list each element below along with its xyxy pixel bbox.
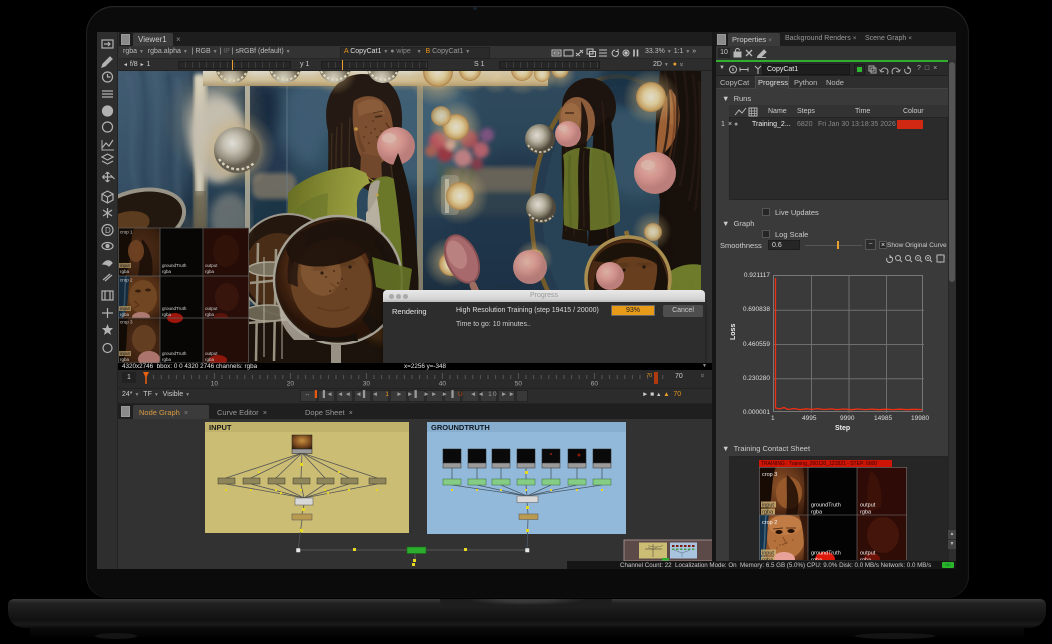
svg-text:40: 40: [439, 381, 447, 387]
svg-text:GROUNDTRUTH: GROUNDTRUTH: [431, 423, 490, 432]
svg-text:rgba: rgba: [811, 510, 823, 516]
svg-text:50: 50: [515, 381, 523, 387]
svg-text:70: 70: [646, 373, 652, 379]
svg-text:INPUT: INPUT: [209, 423, 232, 432]
svg-text:groundTruth: groundTruth: [811, 551, 841, 557]
svg-text:crop 3: crop 3: [762, 472, 777, 478]
svg-text:output: output: [860, 503, 876, 509]
svg-text:input: input: [762, 503, 774, 509]
svg-text:D: D: [105, 226, 111, 235]
svg-text:output: output: [860, 551, 876, 557]
svg-text:60: 60: [591, 381, 599, 387]
svg-text:groundTruth: groundTruth: [811, 503, 841, 509]
svg-text:rgba: rgba: [762, 510, 774, 516]
svg-text:30: 30: [363, 381, 371, 387]
svg-text:10: 10: [211, 381, 219, 387]
svg-text:crop 2: crop 2: [762, 520, 777, 526]
svg-text:20: 20: [287, 381, 295, 387]
svg-text:rgba: rgba: [860, 510, 872, 516]
svg-text:input: input: [762, 551, 774, 557]
